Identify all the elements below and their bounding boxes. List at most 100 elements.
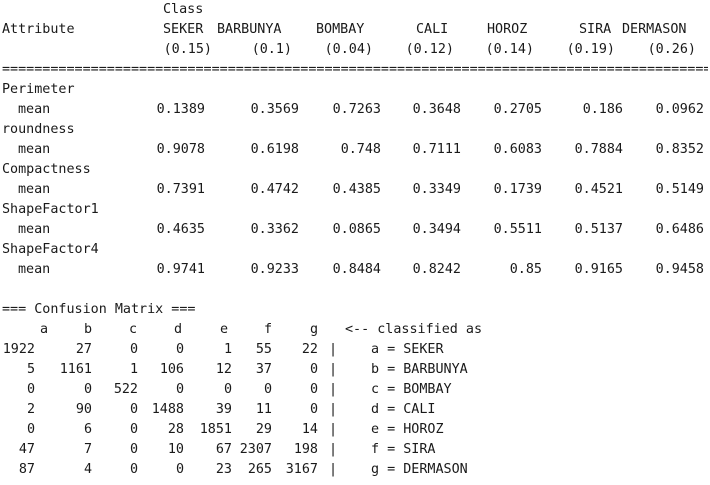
weka-output-console: Class Attribute SEKER BARBUNYA BOMBAY CA…: [0, 0, 710, 485]
attribute-stat-line: mean 0.9078 0.6198 0.748 0.7111 0.6083 0.7884 0…: [2, 140, 708, 160]
stat-value: 0.4635: [156, 222, 205, 237]
cm-column-letter: a: [40, 322, 49, 337]
cm-row-pipe: |: [329, 382, 338, 397]
cm-row-class-label: a = SEKER: [371, 342, 444, 357]
attribute-name: Perimeter: [2, 82, 75, 97]
class-name-dermason: DERMASON: [622, 22, 687, 37]
cm-row-class-label: f = SIRA: [371, 442, 436, 457]
confusion-matrix-row: 1922 27 0 0 1 55 22 | a = SEKER: [2, 340, 708, 360]
cm-cell: 22: [301, 342, 318, 357]
stat-value: 0.0865: [332, 222, 381, 237]
confusion-matrix-header: a b c d e f g <-- classified as: [2, 320, 708, 340]
stat-value: 0.186: [582, 102, 623, 117]
class-label: Class: [163, 2, 204, 17]
cm-cell: 3167: [285, 462, 318, 477]
stat-value: 0.2705: [493, 102, 542, 117]
stat-label: mean: [18, 262, 51, 277]
confusion-matrix-row: 5 1161 1 106 12 37 0 | b = BARBUNYA: [2, 360, 708, 380]
stat-value: 0.9078: [156, 142, 205, 157]
cm-row-pipe: |: [329, 362, 338, 377]
stat-value: 0.8352: [655, 142, 704, 157]
attribute-name-line: ShapeFactor4: [2, 240, 708, 260]
attribute-name: ShapeFactor1: [2, 202, 99, 217]
attribute-stat-line: mean 0.9741 0.9233 0.8484 0.8242 0.85 0.9165 0.…: [2, 260, 708, 280]
attribute-stat-line: mean 0.7391 0.4742 0.4385 0.3349 0.1739 0.4521…: [2, 180, 708, 200]
stat-value: 0.8242: [412, 262, 461, 277]
stat-value: 0.3494: [412, 222, 461, 237]
attribute-name-line: roundness: [2, 120, 708, 140]
stat-value: 0.5137: [574, 222, 623, 237]
cm-column-letter: c: [129, 322, 138, 337]
attribute-name-line: Compactness: [2, 160, 708, 180]
class-prior-sira: (0.19): [566, 42, 615, 57]
stat-label: mean: [18, 142, 51, 157]
stat-label: mean: [18, 182, 51, 197]
cm-cell: 0: [309, 402, 318, 417]
cm-row-pipe: |: [329, 442, 338, 457]
stat-value: 0.7263: [332, 102, 381, 117]
confusion-matrix-title: === Confusion Matrix ===: [2, 302, 196, 317]
stat-value: 0.9233: [250, 262, 299, 277]
stat-value: 0.6198: [250, 142, 299, 157]
stat-value: 0.8484: [332, 262, 381, 277]
header-class-line: Class: [2, 0, 708, 20]
confusion-matrix-row: 0 0 522 0 0 0 0 | c = BOMBAY: [2, 380, 708, 400]
class-prior-cali: (0.12): [405, 42, 454, 57]
class-prior-horoz: (0.14): [485, 42, 534, 57]
stat-value: 0.4521: [574, 182, 623, 197]
stat-value: 0.1739: [493, 182, 542, 197]
stat-value: 0.5511: [493, 222, 542, 237]
confusion-matrix-row: 87 4 0 0 23 265 3167 | g = DERMASON: [2, 460, 708, 480]
confusion-matrix-row: 47 7 0 10 67 2307 198 | f = SIRA: [2, 440, 708, 460]
cm-row-pipe: |: [329, 462, 338, 477]
header-priors-line: (0.15) (0.1) (0.04) (0.12) (0.14) (0.19)…: [2, 40, 708, 60]
cm-column-letter: f: [264, 322, 273, 337]
stat-value: 0.3648: [412, 102, 461, 117]
cm-cell: 0: [309, 382, 318, 397]
stat-label: mean: [18, 102, 51, 117]
cm-cell: 198: [293, 442, 318, 457]
cm-row-pipe: |: [329, 422, 338, 437]
cm-row-class-label: g = DERMASON: [371, 462, 468, 477]
stat-value: 0.748: [340, 142, 381, 157]
cm-row-class-label: c = BOMBAY: [371, 382, 452, 397]
stat-value: 0.7884: [574, 142, 623, 157]
attribute-name: Compactness: [2, 162, 91, 177]
stat-value: 0.85: [509, 262, 542, 277]
stat-value: 0.0962: [655, 102, 704, 117]
stat-value: 0.9165: [574, 262, 623, 277]
attribute-stat-line: mean 0.4635 0.3362 0.0865 0.3494 0.5511 0.5137…: [2, 220, 708, 240]
attribute-column-label: Attribute: [2, 22, 75, 37]
header-separator-line: ========================================…: [2, 60, 708, 80]
cm-row-class-label: e = HOROZ: [371, 422, 444, 437]
cm-row-class-label: d = CALI: [371, 402, 436, 417]
attribute-name: ShapeFactor4: [2, 242, 99, 257]
stat-value: 0.7111: [412, 142, 461, 157]
confusion-matrix-title-line: === Confusion Matrix ===: [2, 300, 708, 320]
cm-cell: 0: [309, 362, 318, 377]
stat-value: 0.3569: [250, 102, 299, 117]
class-prior-seker: (0.15): [163, 42, 212, 57]
attribute-name-line: ShapeFactor1: [2, 200, 708, 220]
stat-value: 0.9458: [655, 262, 704, 277]
class-prior-dermason: (0.26): [647, 42, 696, 57]
cm-row-pipe: |: [329, 342, 338, 357]
cm-column-letter: e: [220, 322, 229, 337]
classified-as-label: <-- classified as: [345, 322, 483, 337]
class-name-bombay: BOMBAY: [316, 22, 365, 37]
confusion-matrix-row: 0 6 0 28 1851 29 14 | e = HOROZ: [2, 420, 708, 440]
cm-column-letter: g: [310, 322, 319, 337]
class-name-horoz: HOROZ: [487, 22, 528, 37]
cm-row-class-label: b = BARBUNYA: [371, 362, 468, 377]
class-prior-barbunya: (0.1): [251, 42, 292, 57]
header-separator: ========================================…: [2, 62, 708, 77]
stat-value: 0.5149: [655, 182, 704, 197]
cm-cell: 14: [301, 422, 318, 437]
class-prior-bombay: (0.04): [324, 42, 373, 57]
attribute-name: roundness: [2, 122, 75, 137]
class-name-sira: SIRA: [579, 22, 612, 37]
cm-column-letter: b: [84, 322, 93, 337]
confusion-matrix-row: 2 90 0 1488 39 11 0 | d = CALI: [2, 400, 708, 420]
stat-value: 0.9741: [156, 262, 205, 277]
stat-label: mean: [18, 222, 51, 237]
